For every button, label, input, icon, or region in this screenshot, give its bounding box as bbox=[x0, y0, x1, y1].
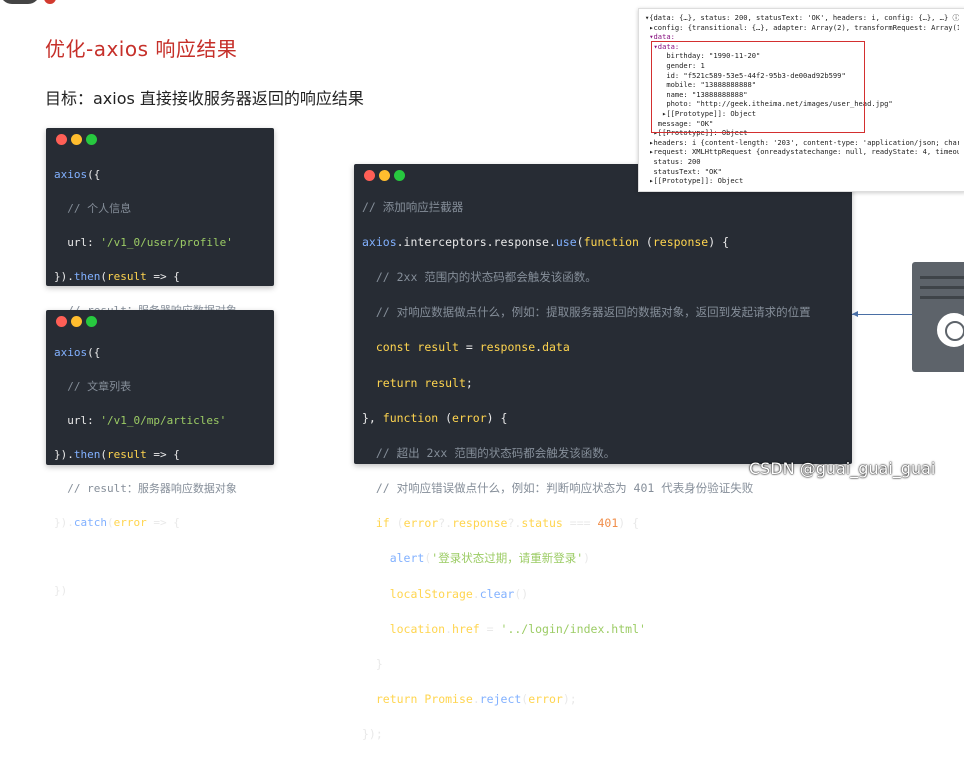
console-line[interactable]: ▸headers: i {content-length: '203', cont… bbox=[645, 138, 959, 148]
code-line: // 个人信息 bbox=[54, 202, 132, 215]
top-decoration bbox=[0, 0, 40, 4]
minimize-dot-icon bbox=[71, 316, 82, 327]
code-line: return result; bbox=[375, 375, 473, 390]
close-dot-icon bbox=[56, 316, 67, 327]
console-line: statusText: "OK" bbox=[645, 166, 722, 176]
minimize-dot-icon bbox=[379, 170, 390, 181]
code-line: url: '/v1_0/user/profile' bbox=[54, 236, 233, 249]
code-line: axios({ bbox=[54, 168, 101, 181]
code-window-articles: axios({ // 文章列表 url: '/v1_0/mp/articles'… bbox=[46, 310, 274, 597]
arrow-left-icon bbox=[852, 311, 858, 317]
window-controls bbox=[56, 316, 97, 327]
code-line: }); bbox=[362, 727, 383, 742]
code-window-interceptor: // 添加响应拦截器 axios.interceptors.response.u… bbox=[354, 164, 852, 741]
arrow-line bbox=[852, 314, 912, 315]
maximize-dot-icon bbox=[86, 316, 97, 327]
close-dot-icon bbox=[364, 170, 375, 181]
console-line[interactable]: ▸[[Prototype]]: Object bbox=[645, 176, 959, 186]
code-line: } bbox=[362, 657, 383, 672]
close-dot-icon bbox=[56, 134, 67, 145]
globe-icon bbox=[934, 310, 964, 350]
code-line: // 超出 2xx 范围的状态码都会触发该函数。 bbox=[362, 445, 616, 460]
code-line: }).catch(error => { bbox=[54, 516, 180, 529]
server-icon bbox=[912, 262, 964, 372]
code-line: // 对响应数据做点什么，例如：提取服务器返回的数据对象，返回到发起请求的位置 bbox=[362, 305, 811, 320]
code-line: // 2xx 范围内的状态码都会触发该函数。 bbox=[362, 269, 597, 284]
code-line: return Promise.reject(error); bbox=[375, 692, 577, 707]
code-line: // 添加响应拦截器 bbox=[362, 199, 464, 214]
code-line: url: '/v1_0/mp/articles' bbox=[54, 414, 227, 427]
code-line: // 对响应错误做点什么，例如：判断响应状态为 401 代表身份验证失败 bbox=[362, 481, 754, 496]
code-line: }).then(result => { bbox=[54, 448, 180, 461]
code-line: }).then(result => { bbox=[54, 270, 180, 283]
slide-subtitle: 目标：axios 直接接收服务器返回的响应结果 bbox=[45, 89, 364, 108]
window-controls bbox=[364, 170, 405, 181]
code-line: location.href = '../login/index.html' bbox=[389, 621, 646, 636]
server-slot bbox=[920, 286, 964, 289]
code-line: }) bbox=[54, 584, 68, 597]
console-line: status: 200 bbox=[645, 156, 701, 166]
server-slot bbox=[920, 296, 964, 299]
console-line[interactable]: ▸request: XMLHttpRequest {onreadystatech… bbox=[645, 147, 959, 157]
window-controls bbox=[56, 134, 97, 145]
minimize-dot-icon bbox=[71, 134, 82, 145]
code-block-interceptor: // 添加响应拦截器 axios.interceptors.response.u… bbox=[362, 181, 811, 779]
maximize-dot-icon bbox=[394, 170, 405, 181]
code-line: axios.interceptors.response.use(function… bbox=[362, 234, 730, 249]
console-line[interactable]: ▸config: {transitional: {…}, adapter: Ar… bbox=[645, 23, 959, 33]
code-line: alert('登录状态过期，请重新登录') bbox=[389, 551, 591, 566]
code-line: localStorage.clear() bbox=[389, 586, 529, 601]
code-line: if (error?.response?.status === 401) { bbox=[375, 516, 640, 531]
maximize-dot-icon bbox=[86, 134, 97, 145]
devtools-console-panel: ▾{data: {…}, status: 200, statusText: 'O… bbox=[638, 8, 964, 192]
code-line: // result：服务器响应数据对象 bbox=[54, 482, 237, 495]
code-line: axios({ bbox=[54, 346, 101, 359]
code-block-articles: axios({ // 文章列表 url: '/v1_0/mp/articles'… bbox=[54, 327, 237, 633]
slide-title: 优化-axios 响应结果 bbox=[45, 37, 238, 61]
console-line[interactable]: ▾{data: {…}, status: 200, statusText: 'O… bbox=[645, 13, 959, 23]
code-line: }, function (error) { bbox=[362, 410, 508, 425]
code-line: const result = response.data bbox=[375, 340, 570, 355]
data-highlight-box bbox=[651, 41, 865, 133]
top-red-decoration bbox=[44, 0, 56, 4]
server-slot bbox=[920, 276, 964, 279]
watermark: CSDN @guai_guai_guai bbox=[749, 459, 936, 478]
code-line: // 文章列表 bbox=[54, 380, 132, 393]
code-window-profile: axios({ // 个人信息 url: '/v1_0/user/profile… bbox=[46, 128, 274, 419]
